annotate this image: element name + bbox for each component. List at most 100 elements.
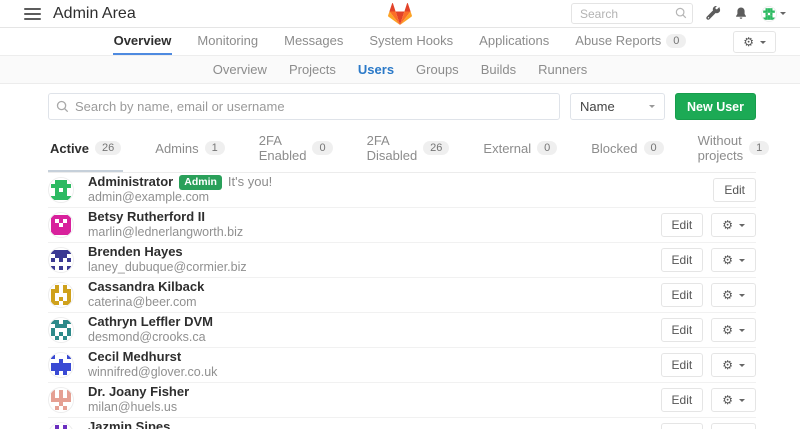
gear-icon: ⚙: [722, 359, 733, 371]
search-icon: [675, 7, 687, 22]
edit-user-button[interactable]: Edit: [661, 283, 704, 307]
edit-user-button[interactable]: Edit: [661, 213, 704, 237]
count-badge: 0: [644, 141, 664, 155]
edit-user-button[interactable]: Edit: [713, 178, 756, 202]
edit-user-button[interactable]: Edit: [661, 318, 704, 342]
edit-user-button[interactable]: Edit: [661, 248, 704, 272]
user-search-input[interactable]: [48, 93, 560, 120]
gear-icon: ⚙: [722, 254, 733, 266]
user-row: Jazmin Sipes juliet.turner@leannon.co.uk…: [48, 418, 756, 429]
filter-tab-active[interactable]: Active26: [48, 127, 123, 172]
avatar: [48, 212, 74, 238]
admin-wrench-icon[interactable]: [706, 6, 721, 21]
count-badge: 0: [537, 141, 557, 155]
hamburger-menu-icon[interactable]: [24, 8, 41, 20]
notifications-bell-icon[interactable]: [734, 6, 748, 21]
filter-tab-2fa-disabled[interactable]: 2FA Disabled26: [365, 127, 452, 172]
filter-tab-external[interactable]: External0: [481, 127, 559, 172]
user-settings-dropdown-button[interactable]: ⚙: [711, 283, 756, 307]
tab-messages[interactable]: Messages: [283, 28, 344, 55]
user-email: laney_dubuque@cormier.biz: [88, 260, 247, 276]
count-badge: 26: [95, 141, 121, 155]
edit-user-button[interactable]: Edit: [661, 353, 704, 377]
user-name[interactable]: Brenden Hayes: [88, 244, 183, 260]
user-name[interactable]: Cathryn Leffler DVM: [88, 314, 213, 330]
chevron-down-icon: [739, 364, 745, 367]
avatar: [48, 247, 74, 273]
user-name[interactable]: Jazmin Sipes: [88, 419, 170, 429]
user-name[interactable]: Administrator: [88, 174, 173, 190]
sort-selected-value: Name: [580, 99, 615, 114]
subnav-builds[interactable]: Builds: [481, 62, 516, 77]
sort-dropdown[interactable]: Name: [570, 93, 665, 120]
count-badge: 0: [312, 141, 332, 155]
user-settings-dropdown-button[interactable]: ⚙: [711, 353, 756, 377]
edit-user-button[interactable]: Edit: [661, 423, 704, 429]
user-name[interactable]: Dr. Joany Fisher: [88, 384, 189, 400]
tab-applications[interactable]: Applications: [478, 28, 550, 55]
abuse-reports-count-badge: 0: [666, 34, 686, 48]
gear-icon: ⚙: [722, 394, 733, 406]
gear-icon: ⚙: [722, 324, 733, 336]
user-settings-dropdown-button[interactable]: ⚙: [711, 388, 756, 412]
user-email: winnifred@glover.co.uk: [88, 365, 217, 381]
subnav-overview[interactable]: Overview: [213, 62, 267, 77]
user-row: Brenden Hayes laney_dubuque@cormier.biz …: [48, 243, 756, 278]
avatar: [48, 282, 74, 308]
user-settings-dropdown-button[interactable]: ⚙: [711, 318, 756, 342]
chevron-down-icon: [780, 12, 786, 15]
user-search: [48, 93, 560, 120]
avatar: [48, 317, 74, 343]
chevron-down-icon: [739, 224, 745, 227]
chevron-down-icon: [739, 329, 745, 332]
user-email: marlin@lednerlangworth.biz: [88, 225, 243, 241]
user-settings-dropdown-button[interactable]: ⚙: [711, 248, 756, 272]
subnav-projects[interactable]: Projects: [289, 62, 336, 77]
filter-tab-admins[interactable]: Admins1: [153, 127, 226, 172]
user-list: Administrator Admin It's you! admin@exam…: [48, 173, 756, 429]
avatar: [48, 422, 74, 429]
user-row: Cathryn Leffler DVM desmond@crooks.ca Ed…: [48, 313, 756, 348]
user-name[interactable]: Cassandra Kilback: [88, 279, 204, 295]
tab-system-hooks[interactable]: System Hooks: [368, 28, 454, 55]
filter-tab-without-projects[interactable]: Without projects1: [696, 127, 772, 172]
its-you-note: It's you!: [228, 174, 272, 190]
users-toolbar: Name New User: [48, 93, 756, 120]
user-name[interactable]: Cecil Medhurst: [88, 349, 181, 365]
chevron-down-icon: [739, 259, 745, 262]
overview-sub-nav: Overview Projects Users Groups Builds Ru…: [0, 56, 800, 84]
admin-settings-dropdown-button[interactable]: ⚙: [733, 31, 776, 53]
chevron-down-icon: [739, 294, 745, 297]
chevron-down-icon: [760, 41, 766, 44]
count-badge: 1: [749, 141, 769, 155]
user-filter-tabs: Active26 Admins1 2FA Enabled0 2FA Disabl…: [48, 127, 756, 173]
avatar: [48, 177, 74, 203]
subnav-groups[interactable]: Groups: [416, 62, 459, 77]
user-email: caterina@beer.com: [88, 295, 204, 311]
filter-tab-blocked[interactable]: Blocked0: [589, 127, 665, 172]
tab-overview[interactable]: Overview: [113, 28, 173, 55]
count-badge: 26: [423, 141, 449, 155]
new-user-button[interactable]: New User: [675, 93, 756, 120]
user-row: Dr. Joany Fisher milan@huels.us Edit ⚙: [48, 383, 756, 418]
global-search: [571, 3, 693, 24]
user-settings-dropdown-button[interactable]: ⚙: [711, 423, 756, 429]
user-settings-dropdown-button[interactable]: ⚙: [711, 213, 756, 237]
subnav-runners[interactable]: Runners: [538, 62, 587, 77]
admin-badge: Admin: [179, 175, 222, 190]
current-user-menu[interactable]: [761, 6, 786, 22]
filter-tab-2fa-enabled[interactable]: 2FA Enabled0: [257, 127, 335, 172]
edit-user-button[interactable]: Edit: [661, 388, 704, 412]
count-badge: 1: [205, 141, 225, 155]
gear-icon: ⚙: [722, 289, 733, 301]
gitlab-logo[interactable]: [388, 2, 412, 29]
tab-abuse-reports[interactable]: Abuse Reports 0: [574, 28, 687, 55]
search-icon: [56, 100, 69, 116]
chevron-down-icon: [739, 399, 745, 402]
subnav-users[interactable]: Users: [358, 62, 394, 77]
user-email: desmond@crooks.ca: [88, 330, 213, 346]
user-row: Betsy Rutherford II marlin@lednerlangwor…: [48, 208, 756, 243]
tab-monitoring[interactable]: Monitoring: [196, 28, 259, 55]
user-row: Cassandra Kilback caterina@beer.com Edit…: [48, 278, 756, 313]
user-name[interactable]: Betsy Rutherford II: [88, 209, 205, 225]
